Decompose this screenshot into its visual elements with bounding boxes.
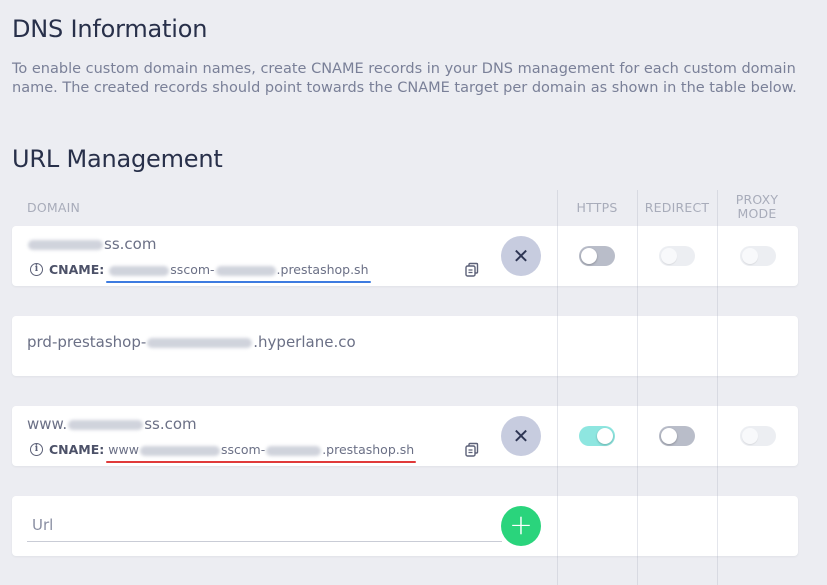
redirect-toggle[interactable] bbox=[659, 246, 695, 266]
annotation-underline bbox=[106, 461, 417, 463]
dns-description: To enable custom domain names, create CN… bbox=[12, 61, 797, 96]
plus-icon: + bbox=[509, 508, 533, 541]
remove-domain-button[interactable]: ✕ bbox=[501, 416, 541, 456]
redacted-text bbox=[266, 445, 322, 456]
dns-information-title: DNS Information bbox=[12, 15, 208, 43]
cname-record: i CNAME: sscom- .prestashop.sh bbox=[30, 262, 371, 283]
redacted-text bbox=[139, 445, 220, 456]
add-url-row: + bbox=[12, 496, 798, 556]
proxy-mode-toggle[interactable] bbox=[740, 426, 776, 446]
table-row: ss.com i CNAME: sscom- .prestashop.sh ✕ bbox=[12, 226, 798, 286]
domain-name: prd-prestashop- .hyperlane.co bbox=[27, 333, 356, 351]
cname-target: sscom- .prestashop.sh bbox=[106, 262, 371, 283]
https-toggle[interactable] bbox=[579, 246, 615, 266]
table-row: prd-prestashop- .hyperlane.co bbox=[12, 316, 798, 376]
column-header-domain: DOMAIN bbox=[27, 200, 81, 215]
remove-domain-button[interactable]: ✕ bbox=[501, 236, 541, 276]
redirect-toggle[interactable] bbox=[659, 426, 695, 446]
domain-name: www. ss.com bbox=[27, 415, 197, 433]
column-header-redirect: REDIRECT bbox=[644, 200, 710, 215]
redacted-text bbox=[147, 337, 253, 348]
close-icon: ✕ bbox=[512, 424, 530, 448]
column-header-proxy-mode: PROXY MODE bbox=[735, 192, 779, 221]
redacted-text bbox=[109, 265, 170, 276]
column-header-https: HTTPS bbox=[576, 200, 618, 215]
annotation-underline bbox=[106, 281, 371, 283]
add-url-button[interactable]: + bbox=[501, 506, 541, 546]
cname-label: CNAME: bbox=[49, 262, 105, 277]
domain-name: ss.com bbox=[27, 235, 156, 253]
url-input[interactable] bbox=[27, 508, 502, 542]
cname-target: www sscom- .prestashop.sh bbox=[106, 442, 417, 463]
copy-icon[interactable] bbox=[464, 442, 480, 458]
cname-record: i CNAME: www sscom- .prestashop.sh bbox=[30, 442, 417, 463]
close-icon: ✕ bbox=[512, 244, 530, 268]
https-toggle[interactable] bbox=[579, 426, 615, 446]
cname-label: CNAME: bbox=[49, 442, 105, 457]
redacted-text bbox=[28, 239, 103, 250]
url-management-title: URL Management bbox=[12, 145, 223, 173]
info-icon: i bbox=[30, 443, 43, 456]
info-icon: i bbox=[30, 263, 43, 276]
proxy-mode-toggle[interactable] bbox=[740, 246, 776, 266]
copy-icon[interactable] bbox=[464, 262, 480, 278]
redacted-text bbox=[215, 265, 276, 276]
table-row: www. ss.com i CNAME: www sscom- .prestashop… bbox=[12, 406, 798, 466]
redacted-text bbox=[68, 419, 144, 430]
